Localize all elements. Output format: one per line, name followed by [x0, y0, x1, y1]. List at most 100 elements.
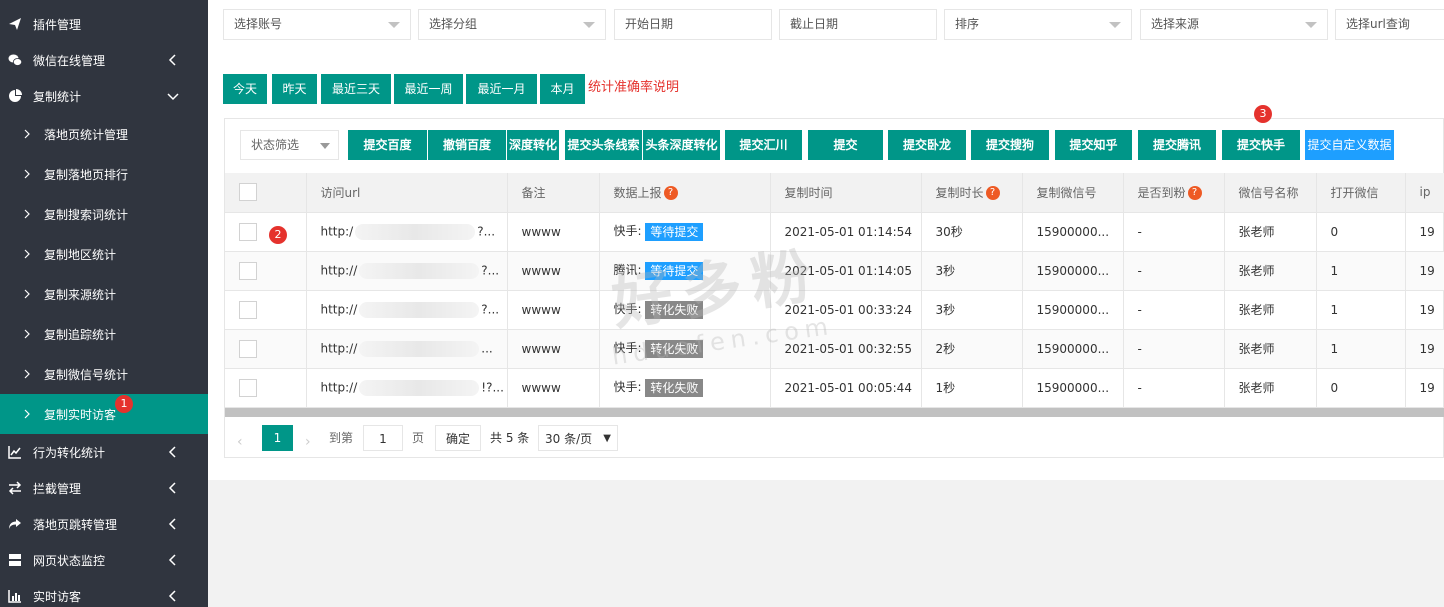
sidebar-subitem-region[interactable]: 复制地区统计: [0, 234, 208, 274]
sidebar-item-page-monitor[interactable]: 网页状态监控: [0, 542, 208, 578]
question-icon[interactable]: ?: [663, 186, 678, 201]
submit-sogou-ocpc-button[interactable]: 提交搜狗ocpc: [971, 130, 1050, 182]
sidebar-item-copy-stats[interactable]: 复制统计: [0, 78, 208, 114]
ip-cell: 19: [1405, 290, 1444, 330]
url-query-placeholder: 选择url查询: [1346, 17, 1410, 31]
row-checkbox[interactable]: [239, 222, 257, 241]
account-select[interactable]: 选择账号: [223, 9, 411, 40]
url-query-input[interactable]: 选择url查询: [1335, 9, 1444, 40]
table-header-row: 访问url 备注 数据上报? 复制时间 复制时长? 复制微信号 是否到粉? 微信…: [225, 173, 1444, 213]
duration-cell: 1秒: [921, 368, 1023, 408]
duration-cell: 2秒: [921, 329, 1023, 369]
sidebar-item-plugin-management[interactable]: 插件管理: [0, 6, 208, 42]
this-month-button[interactable]: 本月: [540, 74, 585, 104]
chevron-right-icon: [24, 209, 30, 219]
sidebar-subitem-tracking[interactable]: 复制追踪统计: [0, 314, 208, 354]
report-status-tag: 等待提交: [645, 222, 704, 241]
sidebar-subitem-landing-stats[interactable]: 落地页统计管理: [0, 114, 208, 154]
table-row[interactable]: http://!?... wwww 快手: 转化失败 2021-05-01 00:05…: [225, 368, 1444, 408]
last-week-button[interactable]: 最近一周: [394, 74, 463, 104]
last-month-button[interactable]: 最近一月: [466, 74, 537, 104]
page-1-button[interactable]: 1: [262, 425, 293, 451]
submit-360-ocpc-button[interactable]: 提交360ocpc: [808, 130, 884, 182]
url-cell: http://!?...: [306, 368, 508, 408]
sidebar-item-realtime[interactable]: 实时访客: [0, 578, 208, 607]
today-button[interactable]: 今天: [223, 74, 267, 104]
open-wechat-cell: 1: [1316, 290, 1406, 330]
goto-confirm-button[interactable]: 确定: [435, 425, 481, 451]
sidebar-subitem-landing-rank[interactable]: 复制落地页排行: [0, 154, 208, 194]
select-all-checkbox[interactable]: [239, 183, 257, 202]
submit-baidu-ocpc-button[interactable]: 提交百度ocpc: [348, 130, 428, 182]
submit-custom-data-button[interactable]: 提交自定义数据: [1305, 130, 1395, 160]
next-page-icon[interactable]: ›: [305, 429, 311, 455]
toutiao-deep-conversion-button[interactable]: 头条深度转化: [643, 130, 721, 160]
revoke-baidu-ocpc-button[interactable]: 撤销百度ocpc: [428, 130, 507, 182]
question-icon[interactable]: ?: [985, 186, 1000, 201]
start-date-input[interactable]: 开始日期: [614, 9, 772, 40]
submit-tencent-dmp-button[interactable]: 提交腾讯DMP: [1138, 130, 1217, 182]
end-date-input[interactable]: 截止日期: [779, 9, 937, 40]
last-three-days-button[interactable]: 最近三天: [321, 74, 391, 104]
sort-select[interactable]: 排序: [944, 9, 1132, 40]
chevron-left-icon: [168, 590, 176, 602]
deep-conversion-button[interactable]: 深度转化: [507, 130, 560, 160]
report-cell: 快手: 转化失败: [599, 329, 771, 369]
sidebar-subitem-source[interactable]: 复制来源统计: [0, 274, 208, 314]
per-page-select[interactable]: 30 条/页 ▼: [538, 425, 618, 451]
sidebar-item-label: 落地页跳转管理: [33, 517, 118, 532]
sidebar-item-behavior-conversion[interactable]: 行为转化统计: [0, 434, 208, 470]
wechat-name-cell: 张老师: [1224, 329, 1317, 369]
report-cell: 快手: 转化失败: [599, 368, 771, 408]
table-row[interactable]: http://?... wwww 腾讯: 等待提交 2021-05-01 01:14:…: [225, 251, 1444, 291]
wechat-name-cell: 张老师: [1224, 251, 1317, 291]
sidebar-item-intercept[interactable]: 拦截管理: [0, 470, 208, 506]
col-header-duration: 复制时长?: [921, 173, 1023, 213]
question-icon[interactable]: ?: [1187, 186, 1202, 201]
url-suffix: ?...: [481, 302, 500, 316]
copy-time-cell: 2021-05-01 00:33:24: [770, 290, 922, 330]
accuracy-explanation-link[interactable]: 统计准确率说明: [588, 76, 679, 95]
chevron-right-icon: [24, 369, 30, 379]
yesterday-button[interactable]: 昨天: [272, 74, 317, 104]
sidebar-item-wechat-online[interactable]: 微信在线管理: [0, 42, 208, 78]
wechat-id-cell: 15900000...: [1022, 290, 1124, 330]
table-row[interactable]: http:/?... wwww 快手: 等待提交 2021-05-01 01:14:5…: [225, 212, 1444, 252]
pagination: ‹ 1 › 到第 1 页 确定 共 5 条 30 条/页 ▼: [225, 425, 1444, 459]
row-checkbox[interactable]: [239, 300, 257, 319]
sidebar-subitem-realtime-visitors[interactable]: 复制实时访客 1: [0, 394, 208, 434]
status-filter-select[interactable]: 状态筛选: [240, 130, 339, 160]
group-select[interactable]: 选择分组: [418, 9, 606, 40]
row-checkbox[interactable]: [239, 378, 257, 397]
fan-cell: -: [1123, 290, 1225, 330]
row-checkbox[interactable]: [239, 339, 257, 358]
prev-page-icon[interactable]: ‹: [237, 429, 243, 455]
report-status-tag: 转化失败: [645, 339, 704, 358]
submit-huichuan-ocpc-button[interactable]: 提交汇川ocpc: [725, 130, 803, 182]
submit-kuaishou-ocpc-button[interactable]: 提交快手ocpc: [1222, 130, 1301, 182]
page-unit-label: 页: [412, 431, 425, 445]
row-checkbox[interactable]: [239, 261, 257, 280]
main-content: 选择账号 选择分组 开始日期 截止日期 排序 选择来源 选择url查询 今天 昨…: [208, 0, 1444, 607]
blurred-url: [359, 340, 480, 357]
source-select[interactable]: 选择来源: [1140, 9, 1328, 40]
table-row[interactable]: http://... wwww 快手: 转化失败 2021-05-01 00:32:5…: [225, 329, 1444, 369]
page-number-input[interactable]: 1: [363, 425, 403, 451]
report-cell: 快手: 等待提交: [599, 212, 771, 252]
note-cell: wwww: [507, 368, 600, 408]
horizontal-scrollbar[interactable]: [225, 408, 1444, 417]
account-select-value: 选择账号: [234, 17, 283, 31]
goto-label: 到第: [329, 431, 354, 445]
group-select-value: 选择分组: [429, 17, 478, 31]
table-row[interactable]: http://?... wwww 快手: 转化失败 2021-05-01 00:33:…: [225, 290, 1444, 330]
submit-wolong-ocpc-button[interactable]: 提交卧龙ocpc: [888, 130, 967, 182]
submit-toutiao-leads-button[interactable]: 提交头条线索: [565, 130, 643, 160]
chevron-right-icon: [24, 329, 30, 339]
url-prefix: http://: [320, 263, 358, 277]
sidebar-item-landing-redirect[interactable]: 落地页跳转管理: [0, 506, 208, 542]
sidebar-subitem-wechat-id[interactable]: 复制微信号统计: [0, 354, 208, 394]
submit-zhihu-ocpc-button[interactable]: 提交知乎ocpc: [1055, 130, 1133, 182]
sidebar-subitem-search-words[interactable]: 复制搜索词统计: [0, 194, 208, 234]
col-header-wechat-id: 复制微信号: [1022, 173, 1124, 213]
chevron-left-icon: [168, 554, 176, 566]
